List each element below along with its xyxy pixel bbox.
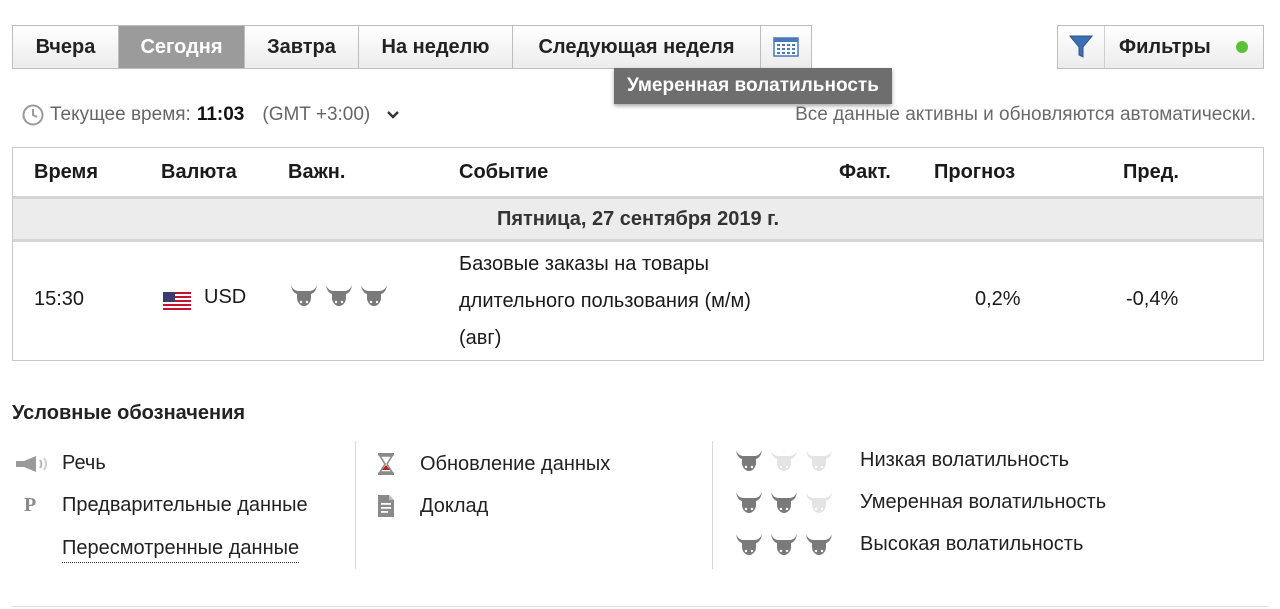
col-forecast: Прогноз bbox=[934, 161, 1016, 183]
event-previous: -0,4% bbox=[1126, 288, 1179, 310]
legend-divider-1 bbox=[355, 441, 356, 569]
legend-divider-2 bbox=[712, 441, 713, 569]
current-time-row: Текущее время: 11:03 (GMT +3:00) bbox=[22, 104, 400, 126]
col-previous: Пред. bbox=[1123, 161, 1179, 183]
bull-icon bbox=[804, 531, 834, 557]
preliminary-p-icon: P bbox=[24, 494, 37, 516]
legend-report-label: Доклад bbox=[420, 494, 489, 517]
moderate-volatility-bulls bbox=[734, 489, 860, 515]
filter-icon-wrap bbox=[1058, 26, 1105, 68]
bull-icon bbox=[734, 447, 764, 473]
tab-this-week[interactable]: На неделю bbox=[359, 26, 513, 68]
event-time: 15:30 bbox=[34, 288, 85, 310]
us-flag-icon bbox=[163, 292, 191, 318]
bull-icon bbox=[324, 282, 354, 308]
legend-revised-label[interactable]: Пересмотренные данные bbox=[62, 537, 300, 563]
table-header: Время Валюта Важн. Событие Факт. Прогноз… bbox=[13, 148, 1263, 199]
bull-icon bbox=[734, 531, 764, 557]
legend-low-volatility: Низкая волатильность bbox=[734, 447, 1069, 473]
col-time: Время bbox=[34, 161, 98, 183]
legend-speech: Речь bbox=[14, 452, 106, 475]
bull-icon bbox=[734, 489, 764, 515]
megaphone-icon bbox=[16, 455, 47, 472]
high-volatility-bulls bbox=[734, 531, 860, 557]
legend-high-volatility-label: Высокая волатильность bbox=[860, 532, 1084, 555]
legend-high-volatility: Высокая волатильность bbox=[734, 531, 1083, 557]
report-document-icon bbox=[378, 495, 394, 517]
event-line-3: (авг) bbox=[459, 327, 502, 349]
legend-moderate-volatility-label: Умеренная волатильность bbox=[860, 490, 1107, 513]
calendar-icon bbox=[773, 37, 799, 57]
tab-yesterday[interactable]: Вчера bbox=[13, 26, 119, 68]
tab-today[interactable]: Сегодня bbox=[119, 26, 245, 68]
economic-calendar-table: Время Валюта Важн. Событие Факт. Прогноз… bbox=[12, 147, 1264, 361]
legend-data-update: Обновление данных bbox=[376, 452, 610, 476]
col-event: Событие bbox=[459, 161, 549, 183]
legend-title: Условные обозначения bbox=[12, 402, 246, 424]
legend-preliminary-label: Предварительные данные bbox=[62, 494, 308, 516]
tab-next-week[interactable]: Следующая неделя bbox=[513, 26, 761, 68]
bull-icon bbox=[769, 447, 799, 473]
bull-icon bbox=[769, 531, 799, 557]
event-name[interactable]: Базовые заказы на товары длительного пол… bbox=[459, 246, 819, 357]
col-importance: Важн. bbox=[288, 161, 346, 183]
bottom-divider bbox=[12, 606, 1268, 607]
bull-icon bbox=[769, 489, 799, 515]
filters-status-dot bbox=[1236, 41, 1248, 53]
day-header: Пятница, 27 сентября 2019 г. bbox=[13, 199, 1263, 242]
hourglass-icon bbox=[378, 453, 394, 475]
current-time-label: Текущее время: bbox=[50, 104, 191, 125]
legend-speech-label: Речь bbox=[62, 452, 106, 474]
current-time-value: 11:03 bbox=[196, 104, 245, 125]
chevron-down-icon[interactable] bbox=[386, 110, 400, 120]
legend-preliminary: P Предварительные данные bbox=[24, 494, 308, 517]
legend-revised[interactable]: Пересмотренные данные bbox=[62, 537, 300, 563]
table-row[interactable]: 15:30 USD Базовые заказы на товары длите… bbox=[13, 242, 1263, 360]
bull-icon bbox=[804, 489, 834, 515]
bull-icon bbox=[804, 447, 834, 473]
legend-low-volatility-label: Низкая волатильность bbox=[860, 448, 1070, 471]
tooltip: Умеренная волатильность bbox=[614, 68, 892, 104]
low-volatility-bulls bbox=[734, 447, 860, 473]
legend-moderate-volatility: Умеренная волатильность bbox=[734, 489, 1106, 515]
filters-button[interactable]: Фильтры bbox=[1057, 25, 1264, 69]
importance-rating bbox=[289, 282, 389, 308]
date-range-tabs: Вчера Сегодня Завтра На неделю Следующая… bbox=[12, 25, 812, 69]
filters-label: Фильтры bbox=[1119, 35, 1211, 58]
auto-update-note: Все данные активны и обновляются автомат… bbox=[795, 104, 1256, 125]
event-forecast: 0,2% bbox=[975, 288, 1021, 310]
bull-icon bbox=[359, 282, 389, 308]
legend-report: Доклад bbox=[376, 494, 488, 518]
timezone-value: (GMT +3:00) bbox=[262, 104, 371, 125]
event-line-1: Базовые заказы на товары bbox=[459, 253, 710, 275]
event-line-2: длительного пользования (м/м) bbox=[459, 290, 751, 312]
bull-icon bbox=[289, 282, 319, 308]
col-currency: Валюта bbox=[161, 161, 237, 183]
clock-icon bbox=[22, 104, 44, 126]
calendar-button[interactable] bbox=[761, 26, 811, 68]
tab-tomorrow[interactable]: Завтра bbox=[245, 26, 359, 68]
col-actual: Факт. bbox=[839, 161, 891, 183]
filter-icon bbox=[1069, 35, 1093, 58]
legend-data-update-label: Обновление данных bbox=[420, 452, 611, 475]
event-currency: USD bbox=[204, 286, 247, 308]
